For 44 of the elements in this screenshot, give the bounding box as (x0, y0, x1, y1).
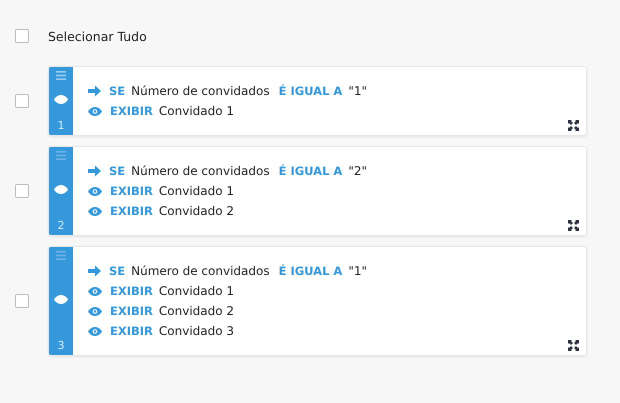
keyword: EXIBIR (110, 284, 153, 298)
operator: É IGUAL A (278, 84, 342, 98)
expand-icon (568, 340, 579, 351)
arrow-right-icon (87, 265, 102, 277)
keyword: EXIBIR (110, 204, 153, 218)
select-all-label: Selecionar Tudo (48, 28, 147, 44)
keyword: SE (109, 264, 126, 278)
action-target: Convidado 1 (158, 284, 234, 298)
field-name: Número de convidados (131, 264, 270, 278)
checkbox[interactable] (15, 94, 29, 108)
keyword: SE (109, 84, 126, 98)
rule-number: 1 (58, 119, 64, 132)
rule-number: 3 (58, 339, 64, 352)
condition-value: "1" (348, 84, 367, 98)
keyword: EXIBIR (110, 184, 153, 198)
field-name: Número de convidados (131, 84, 270, 98)
drag-handle[interactable]: 2 (49, 147, 73, 235)
condition-value: "2" (348, 164, 367, 178)
arrow-right-icon (87, 85, 102, 97)
expand-icon (568, 220, 579, 231)
expand-icon (568, 120, 579, 131)
action-target: Convidado 3 (158, 324, 234, 338)
action-target: Convidado 2 (158, 304, 234, 318)
operator: É IGUAL A (278, 264, 342, 278)
rule-number: 2 (58, 219, 64, 232)
action-target: Convidado 1 (158, 184, 234, 198)
action-target: Convidado 1 (158, 104, 234, 118)
drag-handle[interactable]: 1 (49, 67, 73, 135)
action-target: Convidado 2 (158, 204, 234, 218)
checkbox[interactable] (15, 294, 29, 308)
operator: É IGUAL A (278, 164, 342, 178)
menu-icon (56, 151, 66, 160)
field-name: Número de convidados (131, 164, 270, 178)
keyword: SE (109, 164, 126, 178)
condition-value: "1" (348, 264, 367, 278)
keyword: EXIBIR (110, 324, 153, 338)
keyword: EXIBIR (110, 304, 153, 318)
checkbox[interactable] (15, 184, 29, 198)
menu-icon (56, 71, 66, 80)
menu-icon (56, 251, 66, 260)
drag-handle[interactable]: 3 (49, 247, 73, 355)
checkbox[interactable] (15, 29, 29, 43)
arrow-right-icon (87, 165, 102, 177)
keyword: EXIBIR (110, 104, 153, 118)
